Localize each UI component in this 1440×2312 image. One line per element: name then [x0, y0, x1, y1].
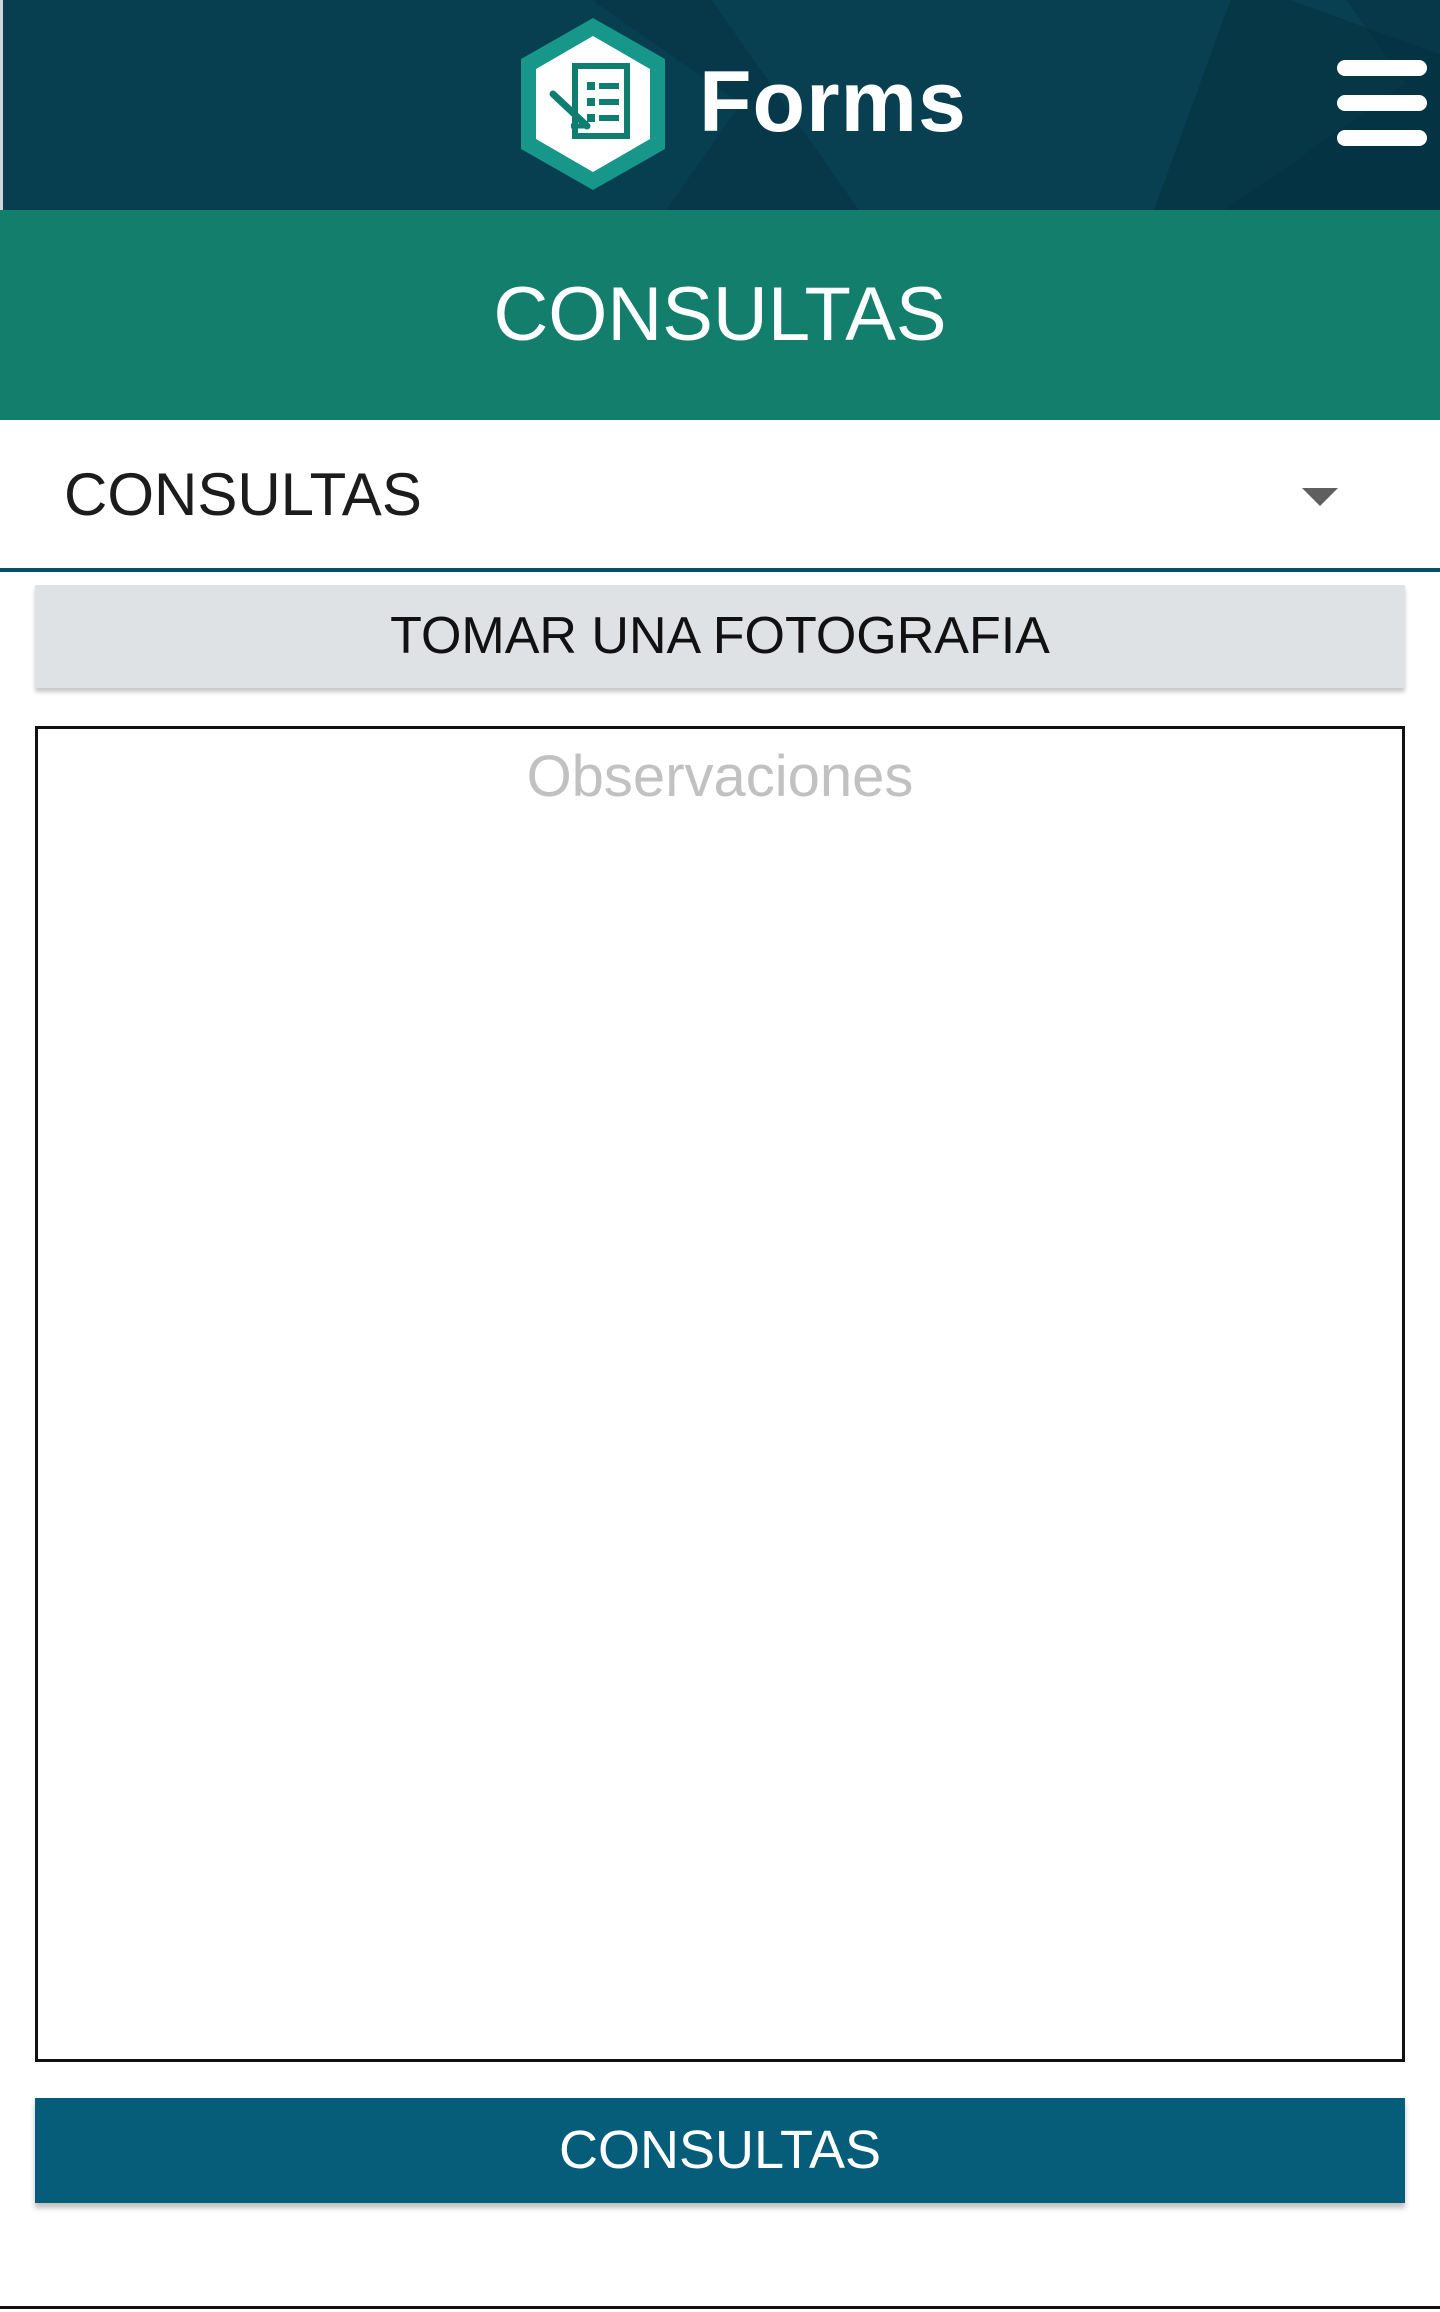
take-photo-button[interactable]: TOMAR UNA FOTOGRAFIA: [35, 585, 1405, 688]
observations-textarea[interactable]: [35, 726, 1405, 2062]
app-screen: Forms CONSULTAS CONSULTAS TOMAR UNA FOTO…: [0, 0, 1440, 2312]
page-title-band: CONSULTAS: [0, 210, 1440, 420]
page-title: CONSULTAS: [493, 272, 947, 357]
chevron-down-icon[interactable]: [1302, 488, 1338, 506]
forms-hexagon-logo-icon: [521, 18, 665, 190]
app-header: Forms: [0, 0, 1440, 210]
consultation-type-select[interactable]: CONSULTAS: [0, 420, 1440, 572]
brand-name: Forms: [699, 54, 967, 150]
hamburger-menu-icon[interactable]: [1337, 60, 1427, 146]
select-selected-value: CONSULTAS: [64, 461, 422, 528]
submit-consultas-button[interactable]: CONSULTAS: [35, 2098, 1405, 2203]
bottom-divider: [0, 2306, 1440, 2309]
